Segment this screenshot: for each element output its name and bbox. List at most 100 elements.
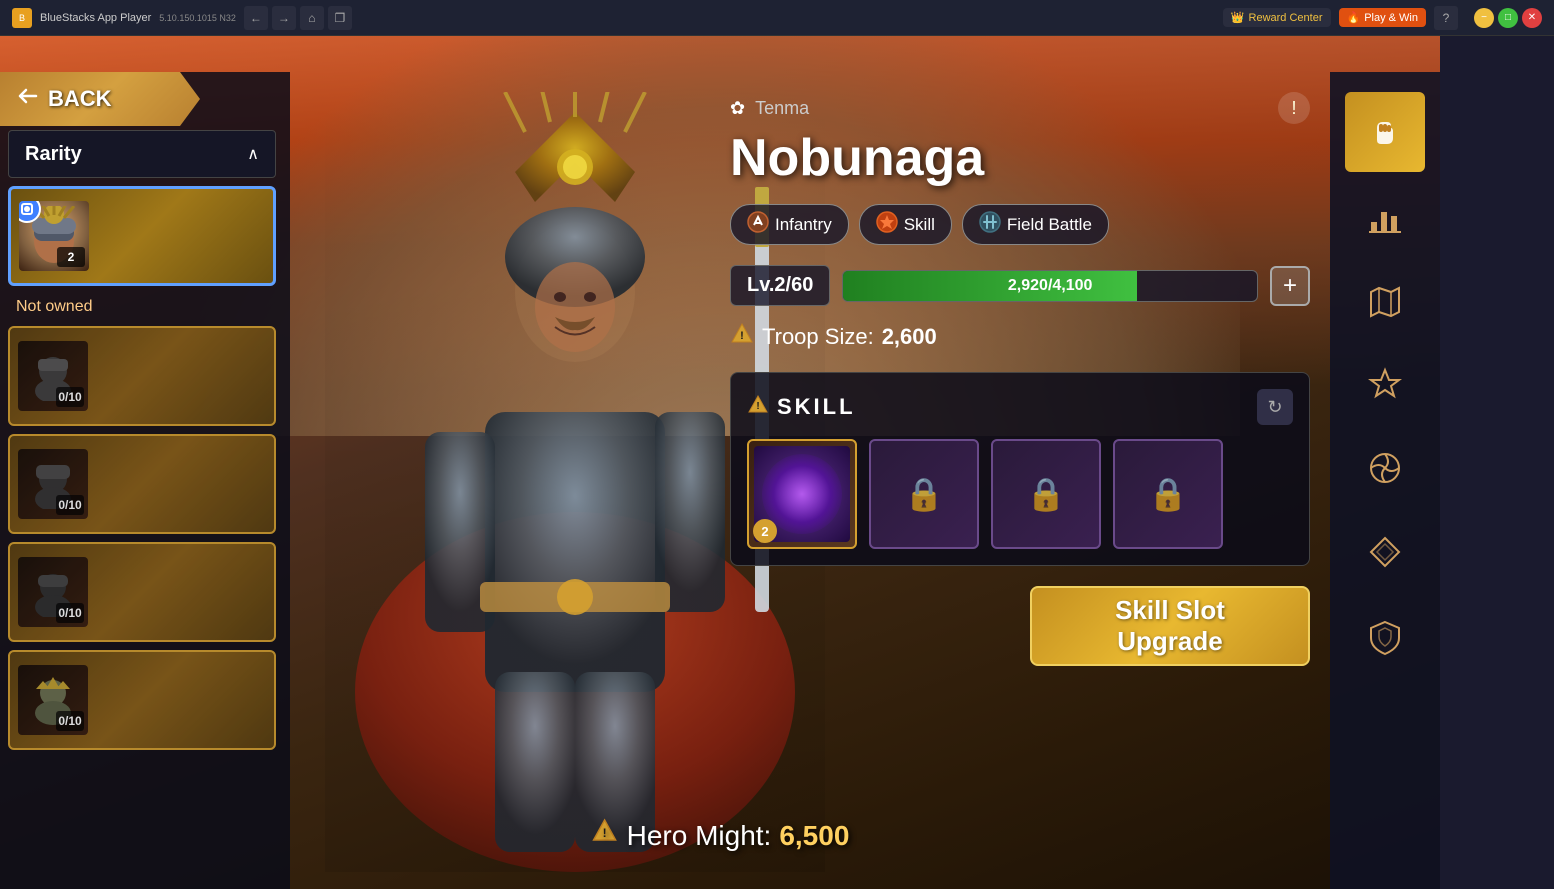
home-nav-btn[interactable]: ⌂ [300, 6, 324, 30]
hero-title-icon: ✿ [730, 98, 745, 119]
reward-icon: 👑 [1231, 11, 1245, 24]
troop-warning-icon: ! [730, 322, 754, 352]
lock-icon-2: 🔒 [904, 475, 944, 513]
close-btn[interactable]: ✕ [1522, 8, 1542, 28]
field-battle-icon [979, 211, 1001, 238]
skill-title: SKILL [777, 394, 856, 420]
level-bar-fill [843, 271, 1137, 301]
window-controls: − □ ✕ [1474, 8, 1542, 28]
back-arrow-icon [16, 84, 40, 114]
hero-list: 2 Not owned 0/10 [8, 186, 276, 750]
rarity-filter[interactable]: Rarity ∧ [8, 130, 276, 178]
hero-item-2[interactable]: 0/10 [8, 326, 276, 426]
play-win-label: Play & Win [1364, 12, 1418, 24]
titlebar: B BlueStacks App Player 5.10.150.1015 N3… [0, 0, 1554, 36]
info-icon: ! [1291, 98, 1296, 119]
hero-title-row: ✿ Tenma ! [730, 92, 1310, 124]
play-win-btn[interactable]: 🔥 Play & Win [1339, 8, 1427, 27]
back-nav-btn[interactable]: ← [244, 6, 268, 30]
skill-slot-3[interactable]: 🔒 [991, 439, 1101, 549]
hero-tags: Infantry Skill Field Bat [730, 204, 1310, 245]
titlebar-right: 👑 Reward Center 🔥 Play & Win ? − □ ✕ [1223, 6, 1542, 30]
hero-2-badge: 0/10 [56, 387, 84, 407]
svg-text:B: B [19, 13, 25, 23]
minimize-btn[interactable]: − [1474, 8, 1494, 28]
tag-field-battle[interactable]: Field Battle [962, 204, 1109, 245]
app-version: 5.10.150.1015 N32 [159, 13, 236, 23]
nav-buttons: ← → ⌂ ❐ [244, 6, 352, 30]
sidebar-combat-btn[interactable] [1345, 92, 1425, 172]
hero-avatar-3: 0/10 [18, 449, 88, 519]
skill-slot-upgrade-btn[interactable]: Skill Slot Upgrade [1030, 586, 1310, 666]
hero-avatar-5: 0/10 [18, 665, 88, 735]
help-btn[interactable]: ? [1434, 6, 1458, 30]
hero-level-badge: 2 [57, 247, 85, 267]
maximize-btn[interactable]: □ [1498, 8, 1518, 28]
right-panel: ✿ Tenma ! Nobunaga Infantry [710, 72, 1330, 686]
troop-label: Troop Size: [762, 324, 874, 350]
rarity-label: Rarity [25, 143, 82, 166]
sidebar-network-btn[interactable] [1345, 428, 1425, 508]
svg-text:!: ! [756, 401, 759, 412]
skill-glow [762, 454, 842, 534]
hero-item-4[interactable]: 0/10 [8, 542, 276, 642]
copy-nav-btn[interactable]: ❐ [328, 6, 352, 30]
skill-icon [876, 211, 898, 238]
skill-tag-label: Skill [904, 215, 935, 235]
sidebar-diamond-btn[interactable] [1345, 512, 1425, 592]
skill-slot-4[interactable]: 🔒 [1113, 439, 1223, 549]
upgrade-label: Skill Slot Upgrade [1115, 595, 1225, 657]
level-bar: 2,920/4,100 [842, 270, 1258, 302]
svg-text:!: ! [740, 330, 744, 342]
infantry-label: Infantry [775, 215, 832, 235]
game-area: BACK Rarity ∧ [0, 36, 1440, 889]
skill-level-badge: 2 [753, 519, 777, 543]
level-bar-text: 2,920/4,100 [1008, 277, 1093, 295]
level-badge: Lv.2/60 [730, 265, 830, 306]
rarity-chevron-icon: ∧ [247, 144, 259, 164]
hero-5-badge: 0/10 [56, 711, 84, 731]
hero-item-5[interactable]: 0/10 [8, 650, 276, 750]
refresh-icon: ↻ [1267, 397, 1282, 418]
tag-skill[interactable]: Skill [859, 204, 952, 245]
might-warning-icon: ! [591, 818, 619, 853]
hero-avatar-4: 0/10 [18, 557, 88, 627]
hero-4-badge: 0/10 [56, 603, 84, 623]
hero-avatar-2: 0/10 [18, 341, 88, 411]
infantry-icon [747, 211, 769, 238]
skill-refresh-btn[interactable]: ↻ [1257, 389, 1293, 425]
skill-header: ! SKILL ↻ [747, 389, 1293, 425]
not-owned-label: Not owned [8, 298, 276, 316]
forward-nav-btn[interactable]: → [272, 6, 296, 30]
sidebar-formation-btn[interactable] [1345, 344, 1425, 424]
lock-icon-4: 🔒 [1148, 475, 1188, 513]
field-battle-label: Field Battle [1007, 215, 1092, 235]
skill-warning-icon: ! [747, 394, 769, 421]
back-button[interactable]: BACK [0, 72, 200, 126]
level-plus-btn[interactable]: + [1270, 266, 1310, 306]
sidebar-map-btn[interactable] [1345, 260, 1425, 340]
app-logo: B [12, 8, 32, 28]
reward-label: Reward Center [1249, 12, 1323, 24]
tag-infantry[interactable]: Infantry [730, 204, 849, 245]
hero-item-nobunaga[interactable]: 2 [8, 186, 276, 286]
hero-might-label: Hero Might: [627, 820, 772, 852]
skill-title-row: ! SKILL [747, 394, 856, 421]
hero-might-value: 6,500 [779, 820, 849, 852]
app-name: BlueStacks App Player [40, 12, 151, 24]
skill-slot-1[interactable]: 2 [747, 439, 857, 549]
hero-item-3[interactable]: 0/10 [8, 434, 276, 534]
reward-center-btn[interactable]: 👑 Reward Center [1223, 8, 1331, 27]
hero-main-name: Nobunaga [730, 128, 1310, 188]
play-win-icon: 🔥 [1347, 11, 1361, 24]
hero-3-badge: 0/10 [56, 495, 84, 515]
back-label: BACK [48, 86, 112, 112]
hero-info-btn[interactable]: ! [1278, 92, 1310, 124]
lock-icon-3: 🔒 [1026, 475, 1066, 513]
sidebar-chart-btn[interactable] [1345, 176, 1425, 256]
sidebar-shield-btn[interactable] [1345, 596, 1425, 676]
level-section: Lv.2/60 2,920/4,100 + [730, 265, 1310, 306]
skill-slot-2[interactable]: 🔒 [869, 439, 979, 549]
right-sidebar [1330, 72, 1440, 889]
hero-might-section: ! Hero Might: 6,500 [591, 818, 850, 853]
